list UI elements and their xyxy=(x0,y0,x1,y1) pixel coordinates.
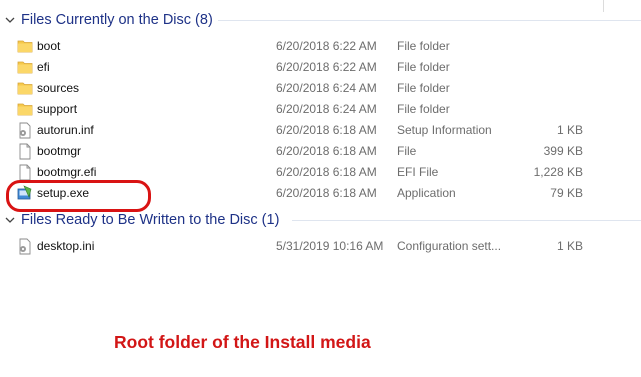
file-date: 6/20/2018 6:18 AM xyxy=(276,186,377,200)
settings-file-icon xyxy=(17,238,33,255)
file-date: 6/20/2018 6:18 AM xyxy=(276,165,377,179)
file-type: Application xyxy=(397,186,456,200)
file-name: support xyxy=(37,102,78,116)
file-icon xyxy=(17,164,33,181)
file-type: EFI File xyxy=(397,165,439,179)
file-name: boot xyxy=(37,39,61,53)
file-name: sources xyxy=(37,81,80,95)
group-header-ready[interactable]: Files Ready to Be Written to the Disc (1… xyxy=(0,210,641,230)
file-size: 1 KB xyxy=(556,123,583,137)
list-item[interactable]: boot 6/20/2018 6:22 AM File folder xyxy=(14,36,641,57)
list-item[interactable]: desktop.ini 5/31/2019 10:16 AM Configura… xyxy=(14,236,641,257)
file-type: Setup Information xyxy=(397,123,492,137)
file-name: desktop.ini xyxy=(37,239,95,253)
list-item[interactable]: efi 6/20/2018 6:22 AM File folder xyxy=(14,57,641,78)
chevron-down-icon[interactable] xyxy=(3,13,17,27)
list-item[interactable]: autorun.inf 6/20/2018 6:18 AM Setup Info… xyxy=(14,120,641,141)
file-type: File folder xyxy=(397,81,450,95)
list-item[interactable]: sources 6/20/2018 6:24 AM File folder xyxy=(14,78,641,99)
highlight-oval xyxy=(6,180,151,212)
folder-icon xyxy=(17,80,33,97)
group-divider xyxy=(292,220,641,221)
file-date: 6/20/2018 6:18 AM xyxy=(276,144,377,158)
file-size: 79 KB xyxy=(550,186,583,200)
file-date: 6/20/2018 6:22 AM xyxy=(276,39,377,53)
file-size: 1,228 KB xyxy=(533,165,583,179)
folder-icon xyxy=(17,38,33,55)
file-size: 1 KB xyxy=(556,239,583,253)
file-name: autorun.inf xyxy=(37,123,94,137)
group-title: Files Currently on the Disc (8) xyxy=(21,12,213,28)
list-item[interactable]: support 6/20/2018 6:24 AM File folder xyxy=(14,99,641,120)
annotation-caption: Root folder of the Install media xyxy=(114,332,371,352)
file-date: 6/20/2018 6:24 AM xyxy=(276,102,377,116)
file-type: Configuration sett... xyxy=(397,239,502,253)
chevron-down-icon[interactable] xyxy=(3,213,17,227)
file-type: File folder xyxy=(397,39,450,53)
file-size: 399 KB xyxy=(543,144,583,158)
file-type: File folder xyxy=(397,102,450,116)
file-name: bootmgr xyxy=(37,144,82,158)
file-date: 6/20/2018 6:18 AM xyxy=(276,123,377,137)
file-type: File xyxy=(397,144,417,158)
file-icon xyxy=(17,143,33,160)
folder-icon xyxy=(17,59,33,76)
list-item[interactable]: bootmgr 6/20/2018 6:18 AM File 399 KB xyxy=(14,141,641,162)
group-title: Files Ready to Be Written to the Disc (1… xyxy=(21,212,280,228)
file-name: bootmgr.efi xyxy=(37,165,97,179)
file-type: File folder xyxy=(397,60,450,74)
file-date: 6/20/2018 6:22 AM xyxy=(276,60,377,74)
file-date: 6/20/2018 6:24 AM xyxy=(276,81,377,95)
file-name: efi xyxy=(37,60,50,74)
settings-file-icon xyxy=(17,122,33,139)
file-date: 5/31/2019 10:16 AM xyxy=(276,239,384,253)
folder-icon xyxy=(17,101,33,118)
group-header-current[interactable]: Files Currently on the Disc (8) xyxy=(0,10,641,30)
group-divider xyxy=(218,20,641,21)
